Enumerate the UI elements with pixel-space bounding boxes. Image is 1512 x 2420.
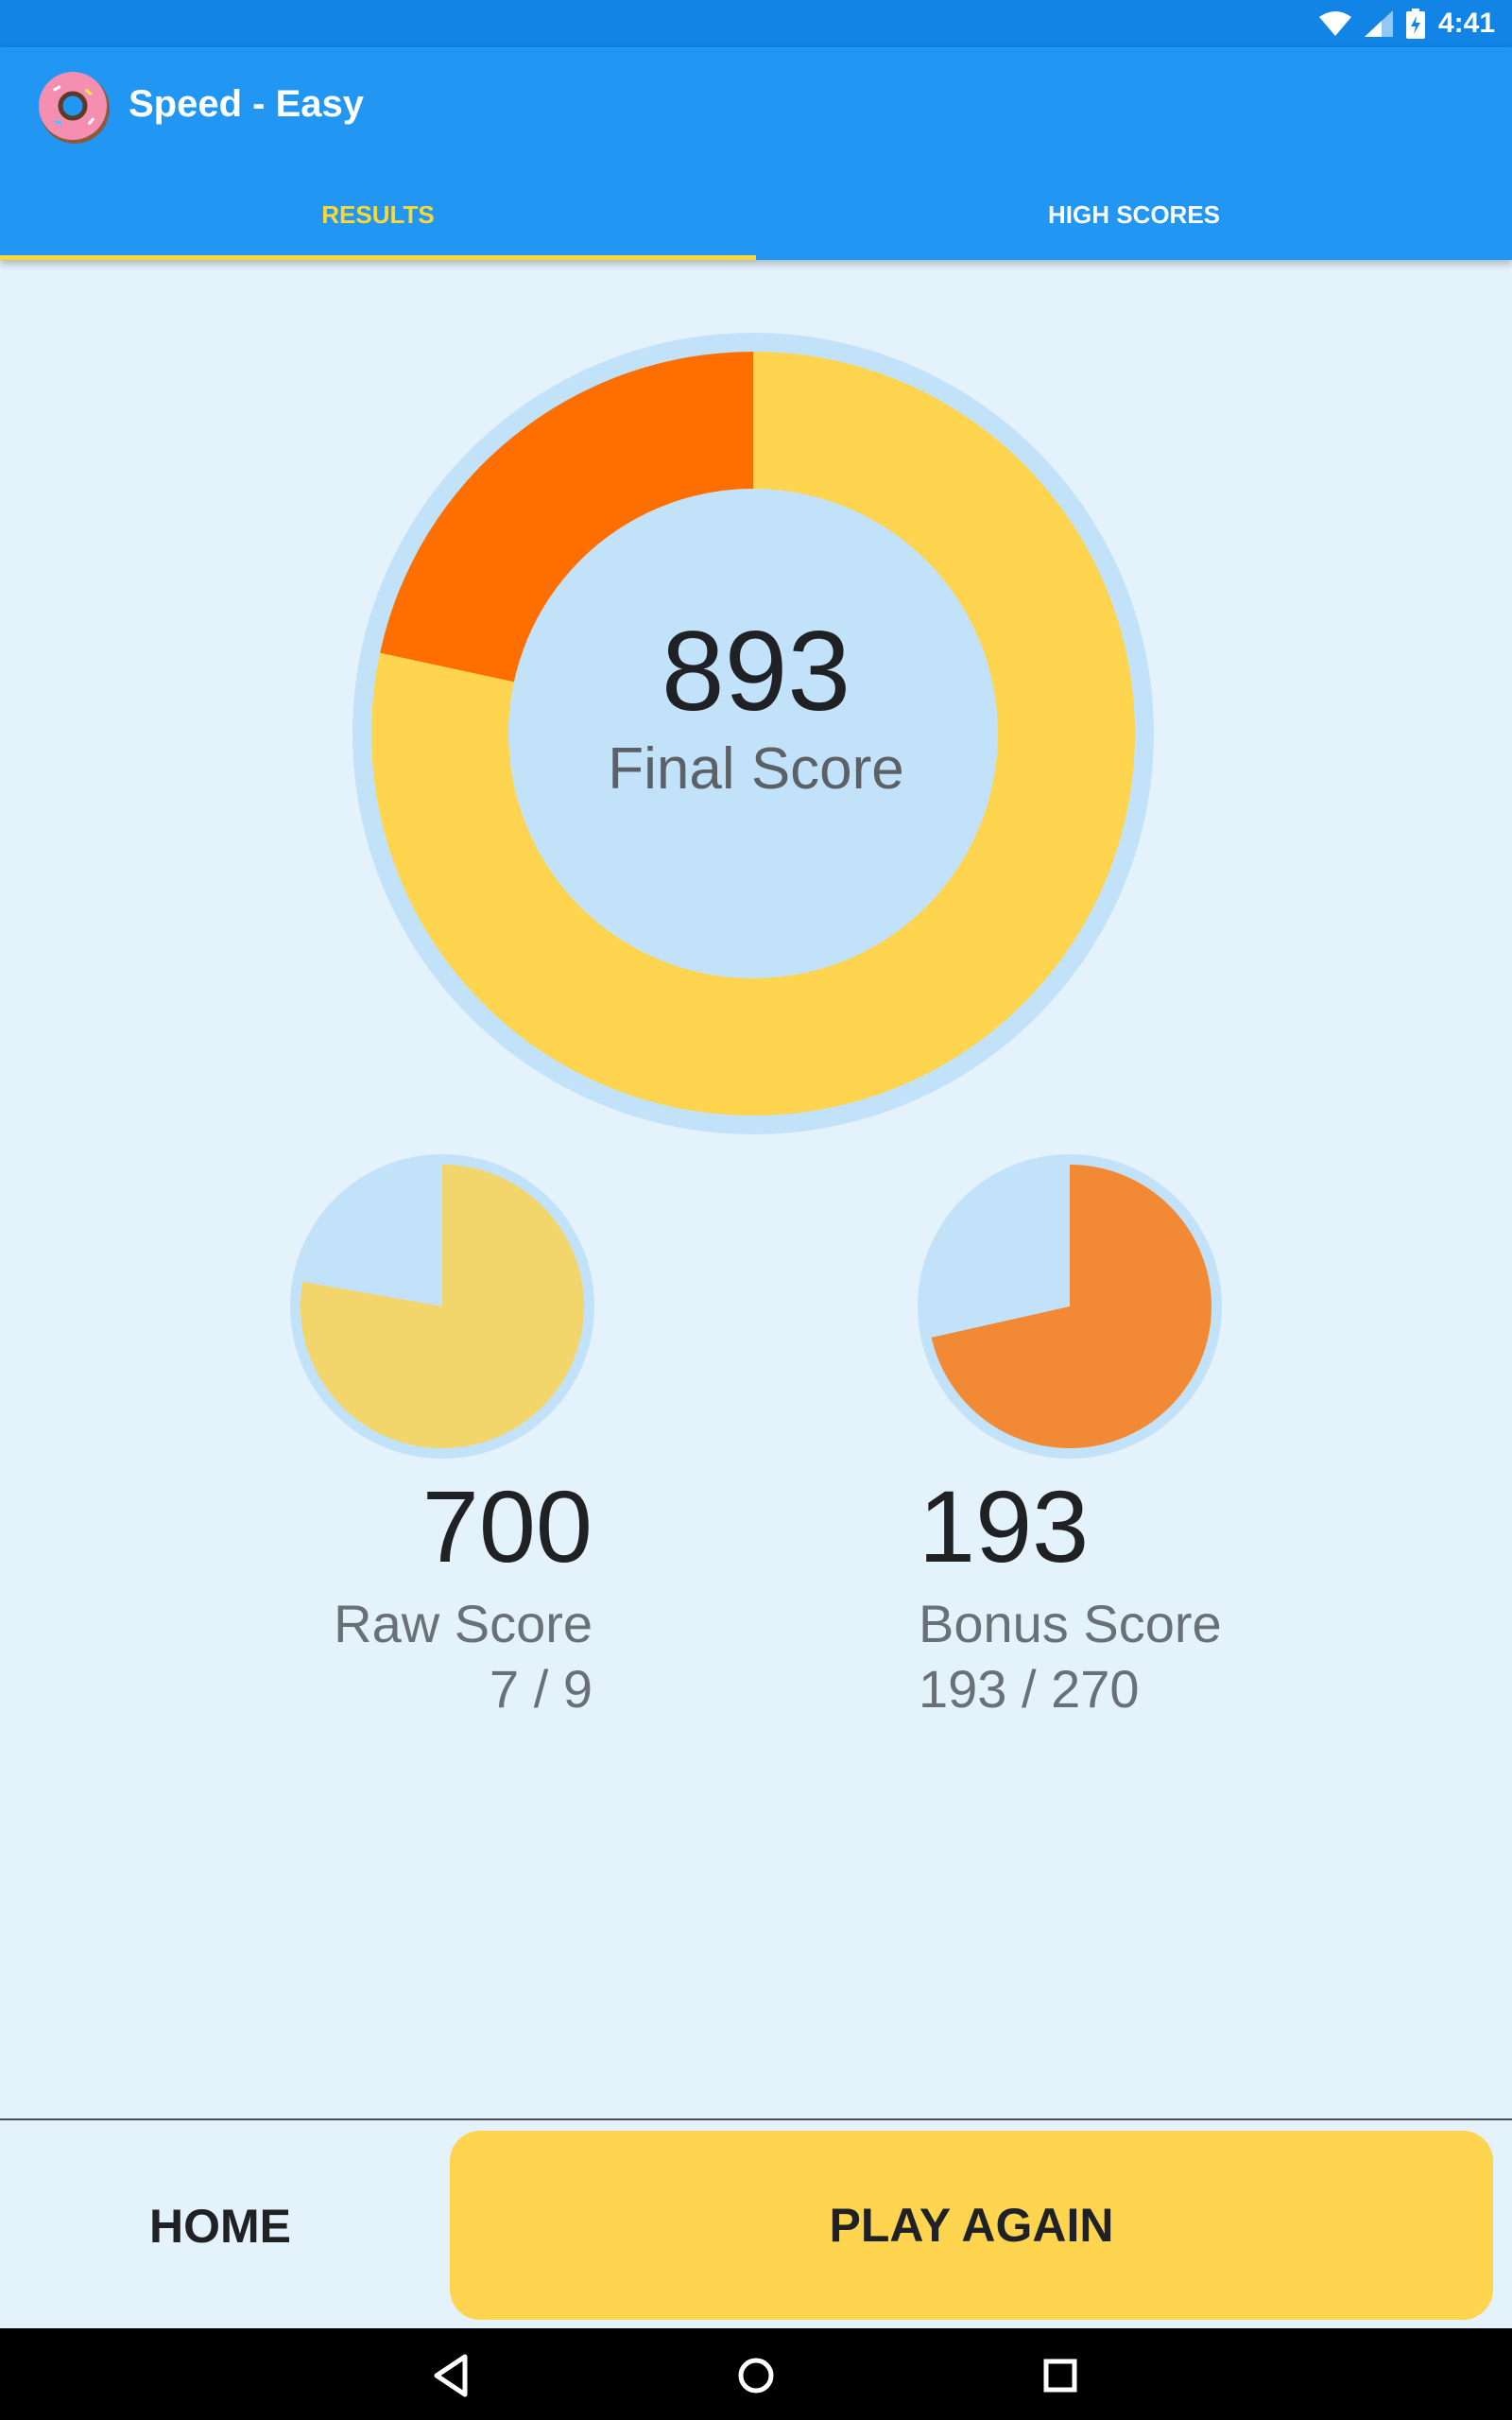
wifi-icon: [1318, 11, 1351, 36]
app-bar: Speed - Easy RESULTS HIGH SCORES: [0, 47, 1512, 260]
status-time: 4:41: [1437, 8, 1495, 39]
home-icon[interactable]: [726, 2345, 786, 2406]
final-score-label: Final Score: [608, 736, 904, 802]
bonus-score-chart: [918, 1154, 1222, 1459]
bonus-score-block: 193 Bonus Score 193 / 270: [919, 1461, 1222, 1723]
bonus-score-label: Bonus Score: [919, 1594, 1222, 1653]
raw-score-chart: [290, 1154, 594, 1459]
home-button[interactable]: HOME: [38, 2165, 403, 2288]
donut-icon: [39, 72, 110, 144]
status-bar: 4:41: [0, 0, 1512, 47]
status-icons: 4:41: [1318, 6, 1495, 42]
tab-results[interactable]: RESULTS: [0, 172, 756, 260]
signal-icon: [1364, 10, 1393, 37]
play-again-button[interactable]: PLAY AGAIN: [450, 2131, 1493, 2320]
raw-score-value: 700: [421, 1469, 593, 1583]
back-icon[interactable]: [421, 2345, 482, 2406]
bonus-score-value: 193: [919, 1469, 1090, 1583]
raw-score-block: 700 Raw Score 7 / 9: [334, 1461, 593, 1723]
app-title: Speed - Easy: [129, 83, 365, 125]
final-score-value: 893: [661, 608, 851, 735]
tab-high-scores[interactable]: HIGH SCORES: [756, 172, 1512, 260]
recents-icon[interactable]: [1030, 2345, 1091, 2406]
battery-charging-icon: [1405, 9, 1425, 39]
raw-score-ratio: 7 / 9: [490, 1659, 593, 1719]
bonus-score-ratio: 193 / 270: [919, 1659, 1140, 1719]
raw-score-label: Raw Score: [334, 1594, 593, 1653]
navigation-bar: [0, 2328, 1512, 2420]
